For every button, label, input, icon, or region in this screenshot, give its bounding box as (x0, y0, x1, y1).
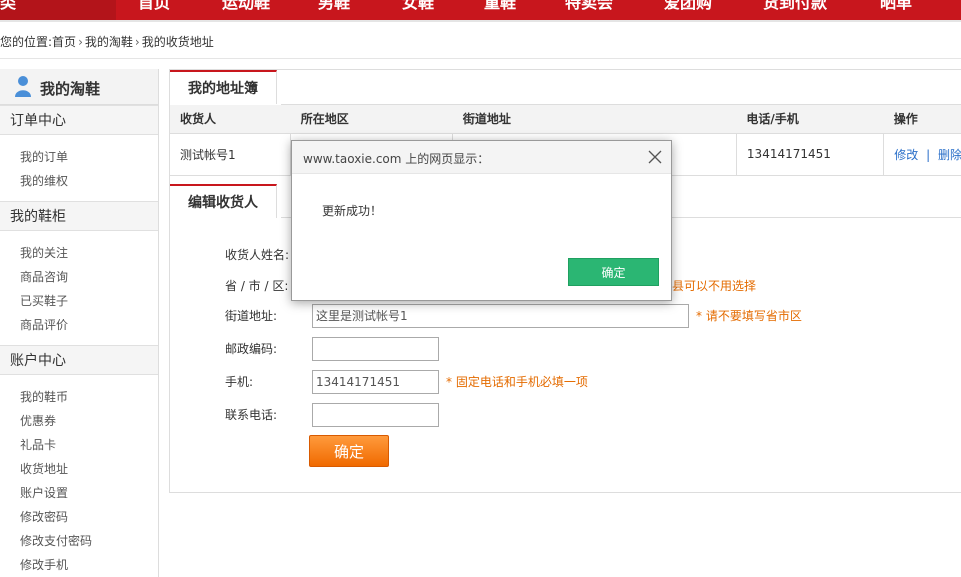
breadcrumb-home[interactable]: 首页 (52, 33, 76, 51)
dialog-title: www.taoxie.com 上的网页显示： (303, 152, 490, 166)
user-icon (15, 76, 31, 97)
sidebar-item-inquiries[interactable]: 商品咨询 (20, 265, 158, 289)
col-street: 街道地址 (452, 105, 737, 134)
sidebar-title: 我的淘鞋 (40, 80, 101, 98)
nav-item-show[interactable]: 晒单 (880, 0, 912, 15)
hint-street: * 请不要填写省市区 (696, 309, 802, 323)
label-mobile: 手机: (225, 375, 254, 389)
sidebar-item-address[interactable]: 收货地址 (20, 457, 158, 481)
chevron-right-icon: › (134, 35, 140, 49)
sidebar-item-gift-card[interactable]: 礼品卡 (20, 433, 158, 457)
street-input[interactable]: 这里是测试帐号1 (312, 304, 689, 328)
sidebar-item-settings[interactable]: 账户设置 (20, 481, 158, 505)
sidebar-section-orders: 订单中心 (0, 105, 158, 135)
sidebar-item-bought[interactable]: 已买鞋子 (20, 289, 158, 313)
sidebar-item-pay-password[interactable]: 修改支付密码 (20, 529, 158, 553)
sidebar-item-coins[interactable]: 我的鞋币 (20, 385, 158, 409)
nav-item-home[interactable]: 首页 (138, 0, 170, 15)
col-region: 所在地区 (290, 105, 453, 134)
sidebar-list-orders: 我的订单 我的维权 (0, 135, 158, 201)
nav-category[interactable]: 类 (0, 0, 116, 20)
nav-item-group[interactable]: 爱团购 (664, 0, 712, 15)
label-tel: 联系电话: (225, 408, 278, 422)
separator: | (926, 147, 931, 162)
nav-item-sports[interactable]: 运动鞋 (222, 0, 270, 15)
alert-dialog: www.taoxie.com 上的网页显示： 更新成功！ 确定 (291, 140, 672, 301)
hint-region: 县可以不用选择 (672, 279, 757, 293)
zip-input[interactable] (312, 337, 439, 361)
dialog-message: 更新成功！ (322, 204, 383, 218)
nav-category-label: 类 (0, 0, 17, 12)
sidebar-item-coupons[interactable]: 优惠券 (20, 409, 158, 433)
cell-phone: 13414171451 (736, 133, 885, 176)
dialog-title-bar: www.taoxie.com 上的网页显示： (292, 141, 671, 174)
sidebar-item-reviews[interactable]: 商品评价 (20, 313, 158, 337)
sidebar-item-my-orders[interactable]: 我的订单 (20, 145, 158, 169)
nav-underline (0, 20, 961, 22)
header-divider (0, 58, 961, 59)
row-tel: 联系电话: (225, 403, 313, 427)
nav-item-kids[interactable]: 童鞋 (484, 0, 516, 15)
row-mobile: 手机: (225, 370, 313, 394)
tel-input[interactable] (312, 403, 439, 427)
cell-actions: 修改 | 删除 (883, 133, 961, 176)
row-zip: 邮政编码: (225, 337, 313, 361)
col-phone: 电话/手机 (736, 105, 884, 134)
nav-item-women[interactable]: 女鞋 (402, 0, 434, 15)
chevron-right-icon: › (78, 35, 83, 49)
breadcrumb-my-taoxie[interactable]: 我的淘鞋 (85, 33, 133, 51)
sidebar-list-account: 我的鞋币 优惠券 礼品卡 收货地址 账户设置 修改密码 修改支付密码 修改手机 (0, 375, 158, 577)
breadcrumb: 您的位置:首页 › 我的淘鞋 › 我的收货地址 (0, 33, 214, 51)
label-zip: 邮政编码: (225, 342, 278, 356)
nav-item-cod[interactable]: 货到付款 (763, 0, 827, 15)
cell-name: 测试帐号1 (170, 133, 292, 176)
delete-link[interactable]: 删除 (938, 148, 961, 162)
sidebar-section-account: 账户中心 (0, 345, 158, 375)
breadcrumb-prefix: 您的位置: (0, 35, 53, 49)
row-street: 街道地址: (225, 304, 313, 328)
sidebar-item-follows[interactable]: 我的关注 (20, 241, 158, 265)
nav-item-sale[interactable]: 特卖会 (565, 0, 613, 15)
sidebar-item-my-rights[interactable]: 我的维权 (20, 169, 158, 193)
sidebar-item-password[interactable]: 修改密码 (20, 505, 158, 529)
edit-link[interactable]: 修改 (894, 148, 918, 162)
mobile-input[interactable]: 13414171451 (312, 370, 439, 394)
nav-item-men[interactable]: 男鞋 (318, 0, 350, 15)
top-nav: 类 首页 运动鞋 男鞋 女鞋 童鞋 特卖会 爱团购 货到付款 晒单 (0, 0, 961, 20)
table-header-row: 收货人 所在地区 街道地址 电话/手机 操作 (170, 105, 961, 134)
close-icon[interactable] (647, 149, 663, 165)
hint-mobile: * 固定电话和手机必填一项 (446, 375, 588, 389)
submit-button[interactable]: 确定 (309, 435, 389, 467)
tab-address-book[interactable]: 我的地址簿 (170, 70, 277, 104)
col-actions: 操作 (883, 105, 961, 134)
sidebar-item-phone[interactable]: 修改手机 (20, 553, 158, 577)
breadcrumb-current: 我的收货地址 (141, 35, 214, 49)
sidebar-section-shoe-cabinet: 我的鞋柜 (0, 201, 158, 231)
sidebar-header: 我的淘鞋 (0, 69, 158, 105)
sidebar: 我的淘鞋 订单中心 我的订单 我的维权 我的鞋柜 我的关注 商品咨询 已买鞋子 … (0, 69, 159, 577)
label-street: 街道地址: (225, 309, 278, 323)
dialog-ok-button[interactable]: 确定 (568, 258, 659, 286)
tab-edit-consignee[interactable]: 编辑收货人 (170, 184, 277, 218)
sidebar-list-shoe-cabinet: 我的关注 商品咨询 已买鞋子 商品评价 (0, 231, 158, 345)
col-consignee: 收货人 (170, 105, 291, 134)
